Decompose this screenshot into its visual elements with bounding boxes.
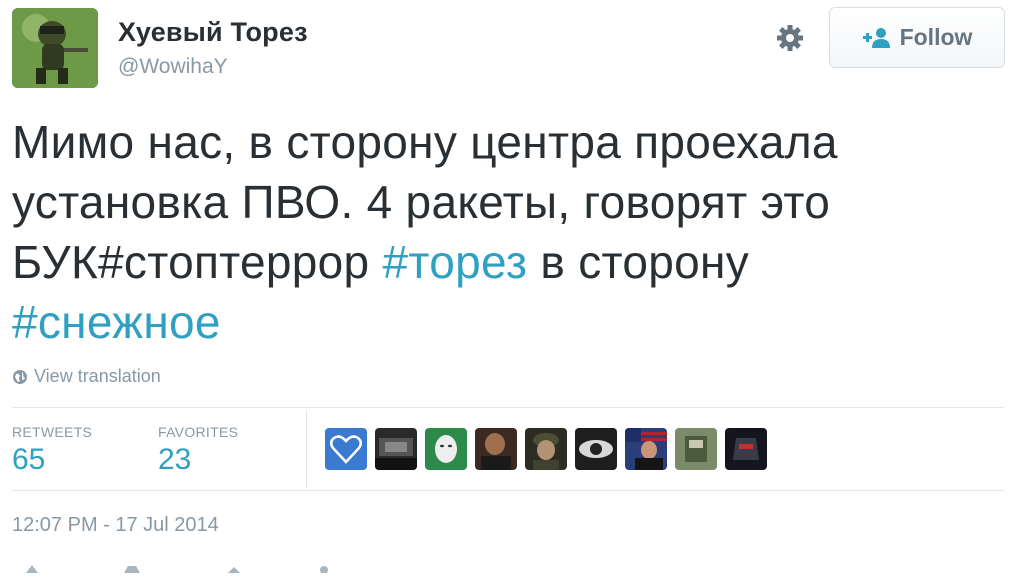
tweet-text: Мимо нас, в сторону центра проехала уста… [12,112,1002,352]
tweet-actions [12,560,412,574]
user-name[interactable]: Хуевый Торез [118,17,308,48]
tweet-line: #снежное [12,292,1002,352]
retweet-icon [124,566,140,573]
stats-separator [306,410,307,488]
avatar-image [12,8,98,88]
favoriter-avatar[interactable] [625,428,667,470]
retweets-count[interactable]: 65 [12,443,45,477]
view-translation-link[interactable]: View translation [12,366,161,387]
favoriter-avatar[interactable] [475,428,517,470]
favoriter-avatar[interactable] [425,428,467,470]
favoriters-list [325,428,775,470]
follow-button[interactable]: Follow [829,7,1005,68]
add-user-icon [862,27,892,49]
favorites-label: FAVORITES [158,424,239,440]
hashtag-link[interactable]: #снежное [12,296,221,348]
tweet-text-segment: в сторону [527,236,749,288]
tweet-line: установка ПВО. 4 ракеты, говорят это [12,176,831,228]
user-handle[interactable]: @WowihaY [118,55,228,79]
retweets-label: RETWEETS [12,424,93,440]
avatar[interactable] [12,8,98,88]
gear-icon[interactable] [774,22,806,54]
favoriter-avatar[interactable] [375,428,417,470]
favoriter-avatar[interactable] [675,428,717,470]
favoriter-avatar[interactable] [575,428,617,470]
reply-icon [26,565,38,573]
globe-icon [12,369,28,385]
follow-button-label: Follow [899,24,973,50]
favoriter-avatar[interactable] [725,428,767,470]
view-translation-label: View translation [34,366,161,386]
favorites-count[interactable]: 23 [158,443,191,477]
more-icon [320,566,328,574]
favorite-icon [228,567,240,573]
favoriter-avatar[interactable] [525,428,567,470]
divider [12,407,1004,408]
favoriter-avatar[interactable] [325,428,367,470]
tweet-timestamp[interactable]: 12:07 PM - 17 Jul 2014 [12,514,219,537]
hashtag-link[interactable]: #торез [383,236,528,288]
divider [12,490,1004,491]
tweet-line: Мимо нас, в сторону центра проехала [12,116,838,168]
tweet-line: БУК#стоптеррор #торез в сторону [12,232,1002,292]
tweet-text-segment: БУК#стоптеррор [12,236,383,288]
